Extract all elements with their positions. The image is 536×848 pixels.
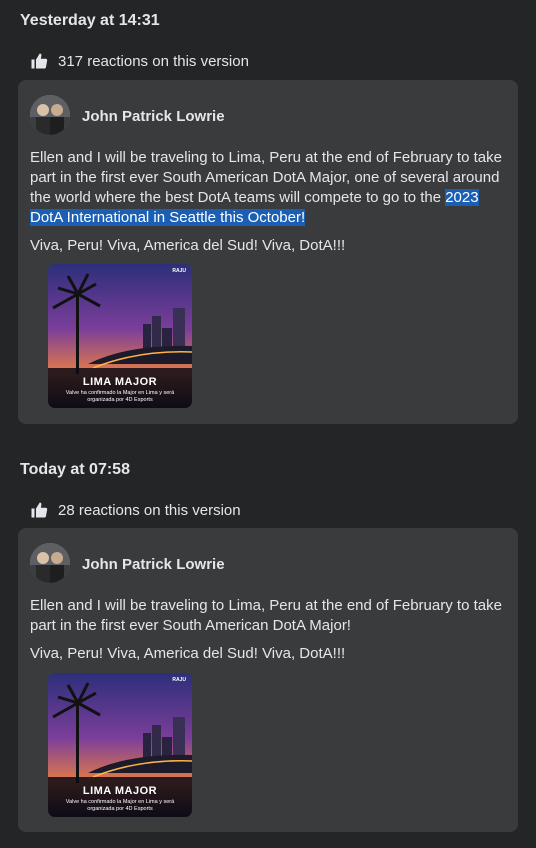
thumbs-up-icon [31,53,48,69]
post-card: John Patrick Lowrie Ellen and I will be … [18,528,518,832]
post-body: Ellen and I will be traveling to Lima, P… [30,597,502,634]
image-title: LIMA MAJOR [82,376,158,388]
post-line2: Viva, Peru! Viva, America del Sud! Viva,… [30,645,346,662]
image-tag: RAJU [172,677,186,683]
post-body-text: Ellen and I will be traveling to Lima, P… [30,149,502,206]
post-line2: Viva, Peru! Viva, America del Sud! Viva,… [30,237,346,254]
edit-history-panel: Yesterday at 14:31 317 reactions on this… [0,0,536,848]
author-name[interactable]: John Patrick Lowrie [82,108,225,125]
post-card: John Patrick Lowrie Ellen and I will be … [18,80,518,424]
reactions-count: 317 reactions on this version [58,52,249,70]
image-subtitle: Valve ha confirmado la Major en Lima y s… [65,799,175,812]
image-tag: RAJU [172,268,186,274]
image-title: LIMA MAJOR [82,785,158,797]
post-body: Ellen and I will be traveling to Lima, P… [30,148,514,228]
image-subtitle: Valve ha confirmado la Major en Lima y s… [65,390,175,403]
post-image[interactable]: RAJU LIMA MAJOR Valve ha confirmado la M… [48,264,192,408]
avatar[interactable] [30,543,70,583]
avatar[interactable] [30,95,70,135]
author-name[interactable]: John Patrick Lowrie [82,556,225,573]
reactions-row[interactable]: 28 reactions on this version [30,501,241,519]
thumbs-up-icon [31,502,48,518]
version-timestamp: Yesterday at 14:31 [20,12,160,29]
reactions-count: 28 reactions on this version [58,501,241,519]
version-timestamp: Today at 07:58 [20,461,130,478]
reactions-row[interactable]: 317 reactions on this version [30,52,249,70]
post-image[interactable]: RAJU LIMA MAJOR Valve ha confirmado la M… [48,673,192,817]
